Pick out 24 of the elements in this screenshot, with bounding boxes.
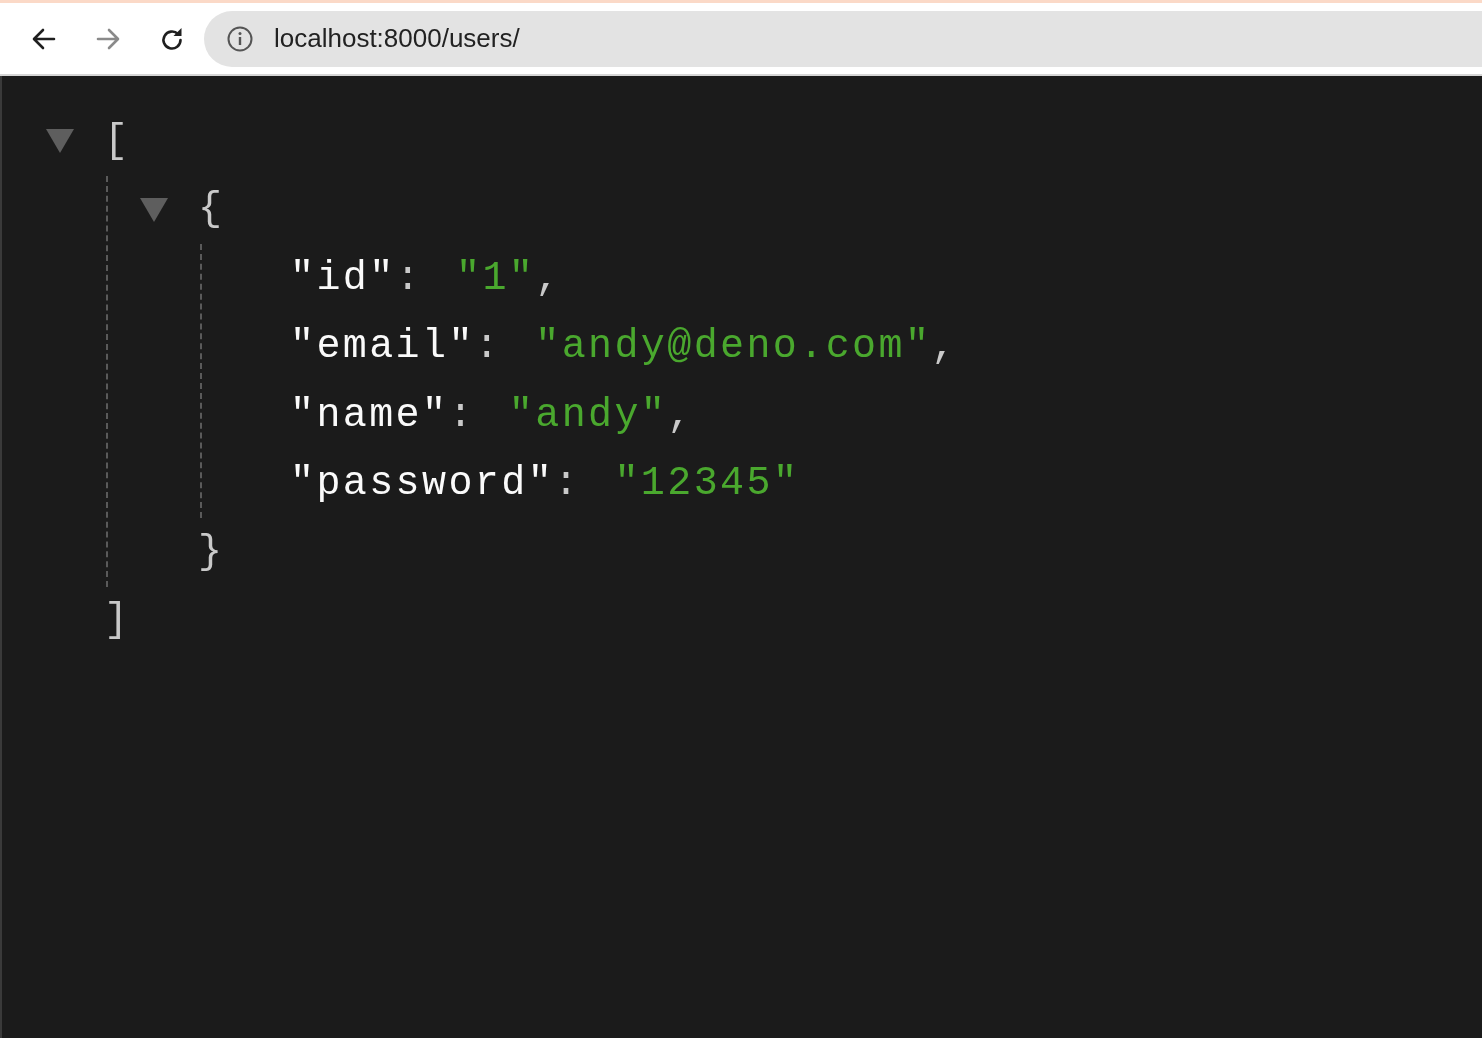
comma: , (535, 255, 562, 301)
comma: , (931, 324, 958, 370)
json-string-value: "1" (456, 255, 536, 301)
json-string-value: "12345" (614, 461, 800, 507)
collapse-triangle-icon[interactable] (46, 129, 74, 154)
comma: , (667, 392, 694, 438)
bracket: ] (104, 598, 131, 644)
json-key: "email" (290, 324, 475, 370)
json-key: "name" (290, 392, 449, 438)
json-key: "password" (290, 461, 555, 507)
collapse-triangle-icon[interactable] (140, 197, 168, 222)
colon: : (448, 392, 475, 438)
json-string-value: "andy" (508, 392, 668, 438)
address-bar[interactable]: localhost:8000/users/ (204, 10, 1482, 67)
colon: : (554, 461, 581, 507)
bracket: [ (104, 118, 131, 164)
info-icon[interactable] (226, 24, 254, 53)
url-text: localhost:8000/users/ (274, 23, 520, 54)
bracket: { (198, 187, 225, 233)
colon: : (474, 324, 502, 370)
bracket: } (198, 529, 225, 575)
json-string-value: "andy@deno.com" (535, 324, 932, 370)
json-key: "id" (290, 255, 396, 301)
colon: : (395, 255, 423, 301)
